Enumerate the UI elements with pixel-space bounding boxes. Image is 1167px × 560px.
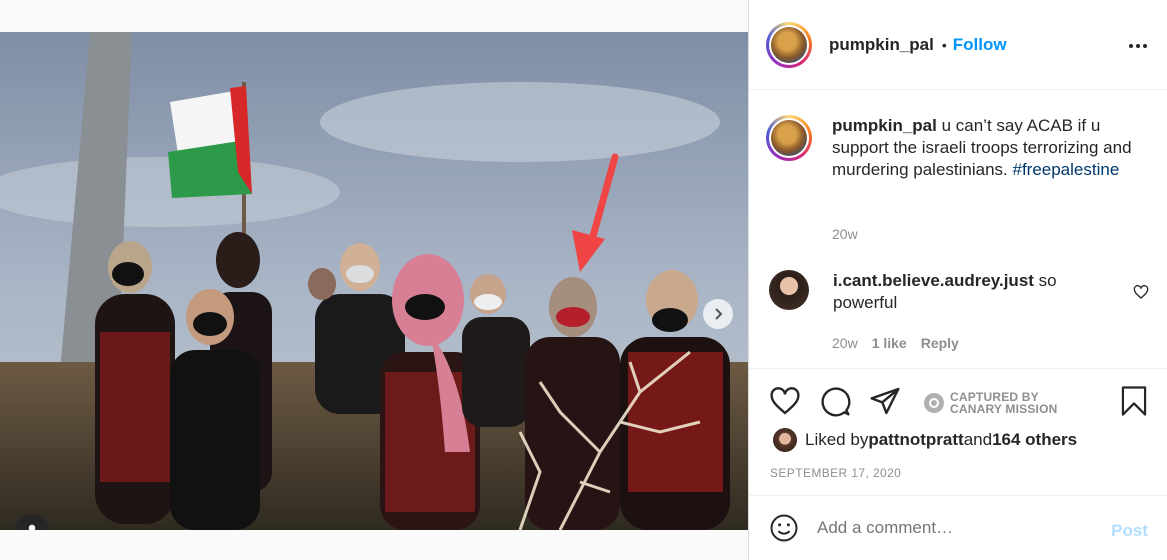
like-heart-icon[interactable] [769,385,801,417]
others-likes-link[interactable]: 164 others [992,430,1077,450]
comment-meta: 20w 1 like Reply [832,335,959,351]
comment-bubble-icon[interactable] [819,385,851,417]
commenter-avatar[interactable] [769,270,809,310]
instagram-post-page: pumpkin_pal • Follow pumpkin_pal u can’t… [0,0,1167,560]
next-photo-button[interactable] [703,299,733,329]
liker-username[interactable]: pattnotpratt [868,430,963,450]
separator-dot: • [941,36,947,53]
action-bar: CAPTURED BY CANARY MISSION [749,368,1167,428]
author-username[interactable]: pumpkin_pal [829,35,934,55]
canary-mission-logo-icon [924,393,944,413]
chevron-right-icon [715,308,723,320]
comment-timestamp[interactable]: 20w [832,335,858,351]
save-bookmark-icon[interactable] [1119,385,1149,417]
caption-author-avatar[interactable] [766,115,812,161]
comment-like-heart-icon[interactable] [1133,284,1149,300]
follow-button[interactable]: Follow [953,35,1007,55]
caption-text: pumpkin_pal u can’t say ACAB if u suppor… [832,115,1132,181]
protest-group-photo [0,32,748,530]
liker-avatar[interactable] [773,428,797,452]
comment-text: i.cant.believe.audrey.just so powerful [833,270,1073,314]
comment-input[interactable] [817,518,1087,538]
post-sidebar: pumpkin_pal • Follow pumpkin_pal u can’t… [748,0,1167,560]
commenter-username[interactable]: i.cant.believe.audrey.just [833,271,1034,290]
watermark-line-2: CANARY MISSION [950,402,1058,416]
post-photo[interactable] [0,32,748,530]
caption-timestamp[interactable]: 20w [832,226,858,242]
comment-like-count[interactable]: 1 like [872,335,907,351]
user-icon [28,524,36,530]
post-date[interactable]: SEPTEMBER 17, 2020 [770,466,901,480]
watermark-captured-by: CAPTURED BY CANARY MISSION [924,391,1057,415]
caption-username[interactable]: pumpkin_pal [832,116,937,135]
comment-item: i.cant.believe.audrey.just so powerful [769,270,1149,314]
post-caption: pumpkin_pal u can’t say ACAB if u suppor… [766,115,1156,181]
more-options-icon[interactable] [1129,44,1147,48]
comment-composer: Post [749,495,1167,560]
author-avatar[interactable] [766,21,812,68]
emoji-icon[interactable] [769,513,799,543]
caption-hashtag[interactable]: #freepalestine [1012,160,1119,179]
likes-summary: Liked by pattnotpratt and 164 others [773,428,1077,452]
reply-button[interactable]: Reply [921,335,959,351]
post-header: pumpkin_pal • Follow [749,0,1167,90]
share-paper-plane-icon[interactable] [869,385,901,417]
post-comment-button[interactable]: Post [1111,521,1148,541]
